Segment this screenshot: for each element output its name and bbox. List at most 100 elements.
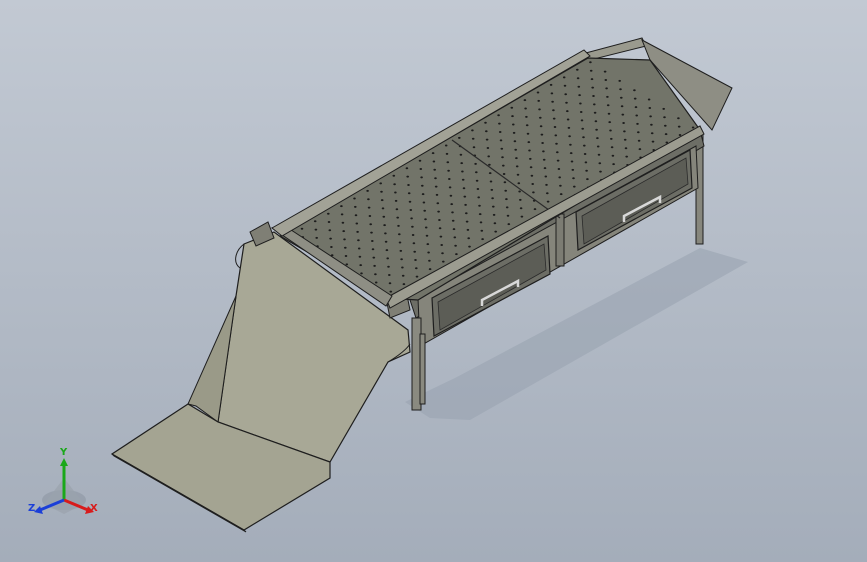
deck-hole [485,138,489,141]
deck-hole [413,250,417,253]
deck-hole [428,259,431,262]
deck-hole [633,89,636,92]
deck-hole [537,99,540,102]
deck-hole [369,223,373,226]
deck-hole [345,263,349,266]
deck-hole [607,112,611,115]
deck-hole [387,265,390,268]
deck-hole [603,70,607,73]
deck-hole [593,111,597,114]
deck-hole [435,193,439,196]
model-viewport[interactable]: Y X Z [0,0,867,562]
deck-hole [344,255,348,257]
deck-hole [471,137,475,140]
deck-hole [611,154,615,157]
deck-hole [374,281,378,284]
deck-hole [488,172,492,175]
deck-hole [647,98,651,101]
deck-hole [412,242,416,245]
deck-hole [407,192,411,195]
deck-hole [389,290,393,293]
deck-hole [458,136,461,139]
deck-hole [538,108,541,111]
deck-hole [367,206,371,209]
deck-hole [451,211,454,214]
cabinet-divider [555,213,565,267]
deck-hole [461,178,465,181]
deck-hole [486,147,490,149]
deck-hole [394,191,397,194]
deck-hole [624,147,628,150]
deck-hole [577,85,581,88]
deck-hole [578,94,581,97]
deck-hole [434,177,437,180]
deck-hole [532,191,535,194]
deck-hole [478,204,481,207]
deck-hole [539,116,542,119]
deck-hole [610,137,613,140]
deck-hole [484,121,487,124]
deck-hole [507,223,511,226]
deck-hole [425,234,429,237]
deck-hole [526,132,530,135]
deck-hole [505,198,508,201]
deck-hole [479,221,483,224]
deck-hole [650,123,653,126]
deck-hole [527,141,531,144]
deck-hole [633,97,637,100]
deck-hole [620,105,624,108]
deck-hole [432,160,436,163]
deck-hole [340,205,343,208]
deck-hole [393,183,396,186]
deck-hole [576,68,579,71]
deck-hole [498,122,501,125]
deck-hole [357,239,360,242]
deck-hole [519,198,522,201]
deck-hole [463,195,467,198]
deck-hole [357,247,361,250]
deck-hole [380,190,383,193]
deck-hole [635,114,638,117]
deck-hole [650,132,654,135]
deck-hole [552,117,556,120]
deck-hole [663,116,666,119]
deck-hole [567,126,571,129]
y-axis-label: Y [60,447,68,458]
deck-hole [356,230,359,233]
deck-hole [604,79,608,81]
deck-hole [525,115,528,118]
deck-hole [367,198,370,201]
deck-hole [421,184,424,187]
deck-hole [511,115,514,118]
deck-hole [497,114,500,117]
deck-hole [400,258,403,261]
deck-hole [586,178,589,181]
deck-hole [467,237,471,240]
deck-hole [397,224,400,227]
deck-hole [415,275,419,278]
deck-hole [433,168,437,171]
deck-hole [606,104,610,107]
deck-hole [592,95,595,97]
deck-hole [360,272,363,275]
deck-hole [418,159,422,162]
deck-hole [566,118,570,121]
deck-hole [677,117,680,120]
deck-hole [442,260,445,263]
deck-hole [525,124,529,127]
sorting-table-model[interactable] [0,0,867,562]
deck-hole [558,176,561,179]
deck-hole [618,79,621,82]
deck-hole [381,207,385,210]
deck-hole [540,133,544,136]
deck-hole [512,131,516,134]
deck-hole [583,153,587,155]
view-orientation-triad[interactable]: Y X Z [26,448,102,520]
deck-hole [366,189,369,192]
deck-hole [608,121,611,124]
deck-hole [313,220,317,223]
deck-hole [398,233,401,236]
deck-hole [394,199,398,202]
deck-hole [444,144,448,147]
deck-hole [343,238,346,241]
